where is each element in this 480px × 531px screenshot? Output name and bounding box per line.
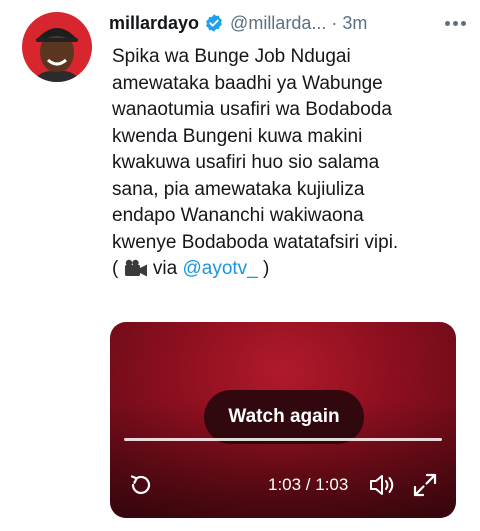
tweet-text-line: kwenye Bodaboda watatafsiri vipi. (112, 231, 399, 253)
video-player[interactable]: Watch again 1:03 / 1:03 (110, 322, 456, 518)
video-progress-bar[interactable] (124, 438, 442, 441)
more-options-icon[interactable] (445, 10, 466, 36)
separator-dot: · (331, 12, 338, 33)
fullscreen-icon[interactable] (412, 472, 438, 498)
volume-icon[interactable] (368, 472, 398, 498)
tweet-text-line-last: ( via @ayotv_ ) (112, 256, 462, 283)
user-handle[interactable]: @millarda... (230, 13, 326, 34)
tweet-text: Spika wa Bunge Job Ndugai amewataka baad… (112, 44, 462, 283)
via-text: via (152, 258, 178, 279)
tweet-text-line: wanaotumia usafiri wa Bodaboda (112, 99, 392, 120)
tweet-text-line: kwenda Bungeni kuwa makini (112, 125, 363, 147)
open-paren: ( (112, 258, 119, 279)
tweet-header: millardayo @millarda... · 3m (109, 10, 466, 36)
close-paren: ) (263, 258, 270, 279)
tweet-text-line: endapo Wananchi wakiwaona (112, 205, 364, 226)
video-camera-icon (124, 259, 148, 277)
tweet-text-line: amewataka baadhi ya Wabunge (112, 72, 383, 94)
display-name[interactable]: millardayo (109, 13, 199, 34)
verified-badge-icon (204, 13, 224, 33)
tweet-text-line: sana, pia amewataka kujiuliza (112, 178, 365, 200)
mention-link[interactable]: @ayotv_ (182, 258, 257, 279)
replay-icon[interactable] (128, 472, 154, 498)
avatar[interactable] (22, 12, 92, 82)
watch-again-button[interactable]: Watch again (204, 390, 364, 444)
tweet-text-line: Spika wa Bunge Job Ndugai (112, 46, 351, 67)
tweet-timestamp[interactable]: 3m (342, 13, 367, 34)
video-time-readout: 1:03 / 1:03 (268, 475, 349, 494)
tweet-text-line: kwakuwa usafiri huo sio salama (112, 152, 380, 173)
